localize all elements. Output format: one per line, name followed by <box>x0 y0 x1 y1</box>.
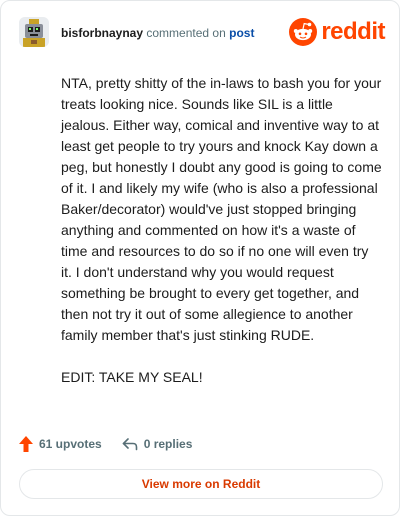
replies-button[interactable]: 0 replies <box>122 437 193 451</box>
comment-header: bisforbnaynay commented on post reddit <box>19 17 385 51</box>
action-text: commented on <box>146 26 226 40</box>
reply-arrow-icon <box>122 438 138 451</box>
post-link[interactable]: post <box>229 26 254 40</box>
view-more-button[interactable]: View more on Reddit <box>19 469 383 499</box>
upvote-arrow-icon <box>19 436 33 452</box>
upvote-button[interactable]: 61 upvotes <box>19 436 102 452</box>
comment-paragraph: EDIT: TAKE MY SEAL! <box>61 369 203 385</box>
username-link[interactable]: bisforbnaynay <box>61 26 143 40</box>
reddit-snoo-icon <box>289 18 318 46</box>
comment-actions: 61 upvotes 0 replies <box>19 433 192 455</box>
reddit-logo[interactable]: reddit <box>289 17 385 47</box>
upvotes-count: 61 upvotes <box>39 437 102 451</box>
byline: bisforbnaynay commented on post <box>61 26 254 40</box>
replies-count: 0 replies <box>143 437 193 451</box>
comment-paragraph: NTA, pretty shitty of the in-laws to bas… <box>61 75 382 343</box>
embedded-comment-card: bisforbnaynay commented on post reddit N… <box>0 0 400 516</box>
robot-avatar-icon[interactable] <box>19 17 49 47</box>
reddit-wordmark: reddit <box>321 18 385 45</box>
comment-body: NTA, pretty shitty of the in-laws to bas… <box>61 73 383 409</box>
